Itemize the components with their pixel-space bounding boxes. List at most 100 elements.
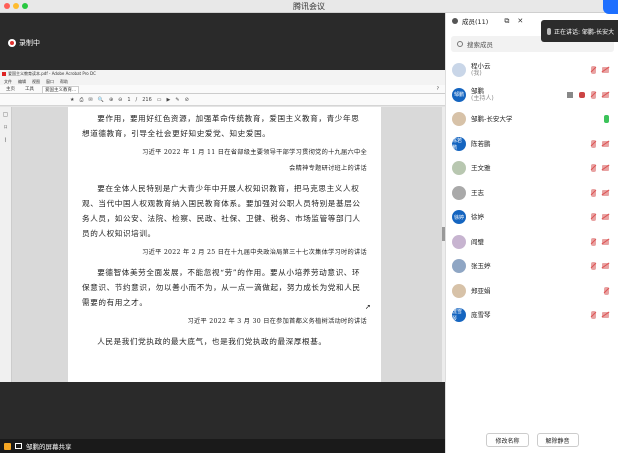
camera-off-icon[interactable] [602, 91, 609, 98]
host-icon [579, 91, 585, 98]
camera-off-icon[interactable] [602, 263, 609, 269]
member-name: 张玉婷 [471, 262, 491, 271]
speaking-indicator: 正在讲话: 邹鹏-长安大 [541, 20, 618, 42]
member-row[interactable]: 王文雅 [446, 156, 618, 181]
member-name-block: 王文雅 [471, 164, 491, 172]
avatar [452, 283, 466, 298]
help-icon[interactable]: ? [437, 87, 439, 92]
microphone-muted-icon[interactable] [591, 213, 596, 221]
close-icon[interactable]: ✕ [517, 17, 523, 25]
tab-document[interactable]: 爱国主义教育... [42, 85, 80, 93]
toolbar-tool-icon[interactable]: 🔍 [98, 97, 104, 103]
pdf-paragraph: 要在全体人民特别是广大青少年中开展人权知识教育，把马克思主义人权观、当代中国人权… [82, 184, 361, 238]
camera-off-icon[interactable] [602, 140, 609, 147]
member-row[interactable]: 邹鹏 邹鹏 (主持人) [446, 83, 618, 108]
microphone-muted-icon[interactable] [591, 139, 596, 148]
member-status-icons [591, 139, 609, 148]
toolbar-tool-icon[interactable]: ▶ [167, 97, 171, 103]
member-row[interactable]: 徐婷 徐婷 [446, 205, 618, 230]
toolbar-tool-icon[interactable]: 216 [142, 97, 152, 103]
member-status-icons [604, 286, 609, 295]
microphone-muted-icon[interactable] [591, 311, 596, 319]
member-status-icons [604, 115, 609, 123]
member-name: 邹鹏 [471, 86, 484, 95]
microphone-muted-icon[interactable] [604, 286, 609, 295]
avatar [452, 259, 466, 274]
avatar: 徐婷 [452, 210, 466, 225]
acrobat-left-sidebar: ▢ ⌑ ⌇ [0, 107, 12, 382]
toolbar-tool-icon[interactable]: ⊘ [185, 97, 189, 103]
avatar [452, 161, 466, 176]
tab-home[interactable]: 主页 [4, 86, 17, 92]
members-panel: 成员(11) ⧉ ✕ 正在讲话: 邹鹏-长安大 搜索成员 程小云 (我) 邹鹏 邹鹏(… [445, 13, 618, 453]
member-name: 王志 [471, 188, 484, 197]
attachment-icon[interactable]: ⌇ [4, 137, 7, 144]
toolbar-tool-icon[interactable]: ✉ [89, 97, 93, 103]
pdf-citation: 习近平 2022 年 2 月 25 日在十九届中央政治局第三十七次集体学习时的讲… [142, 249, 367, 256]
toolbar-tool-icon[interactable]: 1 [127, 97, 130, 103]
avatar: 庞雪琴 [452, 308, 466, 323]
page-thumbnail-icon[interactable]: ▢ [3, 111, 9, 118]
camera-off-icon[interactable] [602, 189, 609, 196]
camera-off-icon[interactable] [602, 312, 609, 318]
share-bottom-area [0, 382, 445, 439]
toolbar-tool-icon[interactable]: ⊖ [118, 97, 122, 103]
member-row[interactable]: 庞雪琴 庞雪琴 [446, 303, 618, 328]
member-role: (主持人) [471, 94, 494, 102]
member-name: 庞雪琴 [471, 311, 491, 320]
camera-off-icon[interactable] [602, 67, 609, 73]
microphone-muted-icon[interactable] [591, 262, 596, 270]
member-status-icons [591, 188, 609, 197]
acrobat-title: 爱国主义教育读本.pdf - Adobe Acrobat Pro DC [8, 71, 96, 76]
toolbar-tool-icon[interactable]: ★ [70, 97, 74, 103]
shared-acrobat-window: 爱国主义教育读本.pdf - Adobe Acrobat Pro DC 文件 编辑… [0, 70, 445, 382]
member-row[interactable]: 阎璧 [446, 230, 618, 255]
member-row[interactable]: 郑亚娟 [446, 279, 618, 304]
acrobat-menu-bar: 文件 编辑 视图 窗口 帮助 [0, 78, 445, 85]
acrobat-menu-item[interactable]: 窗口 [46, 78, 54, 85]
popout-icon[interactable]: ⧉ [504, 17, 509, 26]
acrobat-app-icon [2, 72, 6, 76]
bookmark-icon[interactable]: ⌑ [4, 124, 7, 131]
microphone-muted-icon[interactable] [591, 164, 596, 172]
title-bar: 腾讯会议 [0, 0, 618, 13]
acrobat-toolbar: ★ ⎙ ✉ 🔍 ⊕ ⊖ 1 / 216 ▭ ▶ ✎ ⊘ [0, 94, 445, 106]
toolbar-tool-icon[interactable]: ⎙ [79, 97, 83, 103]
toolbar-tool-icon[interactable]: ▭ [157, 97, 162, 103]
member-name-block: 王志 [471, 189, 484, 197]
camera-off-icon[interactable] [602, 165, 609, 171]
microphone-muted-icon[interactable] [591, 66, 596, 74]
acrobat-menu-item[interactable]: 视图 [32, 78, 40, 85]
acrobat-tabs: 主页 工具 爱国主义教育... ? [0, 85, 445, 94]
member-row[interactable]: 陈若鹏 陈若鹏 [446, 132, 618, 157]
member-name: 徐婷 [471, 213, 484, 222]
window-title: 腾讯会议 [293, 2, 325, 11]
acrobat-menu-item[interactable]: 编辑 [18, 78, 26, 85]
member-status-icons [591, 237, 609, 246]
avatar [452, 63, 466, 78]
camera-off-icon[interactable] [602, 238, 609, 245]
member-name-block: 徐婷 [471, 213, 484, 221]
unmute-all-button[interactable]: 解除静音 [536, 433, 579, 447]
toolbar-tool-icon[interactable]: ⊕ [109, 97, 113, 103]
acrobat-menu-item[interactable]: 帮助 [60, 78, 68, 85]
member-row[interactable]: 邹鹏-长安大学 [446, 107, 618, 132]
tab-tools[interactable]: 工具 [23, 86, 36, 92]
recording-indicator[interactable]: 录制中 [8, 38, 40, 48]
camera-off-icon[interactable] [602, 214, 609, 220]
microphone-muted-icon[interactable] [591, 237, 596, 246]
toolbar-tool-icon[interactable]: / [136, 97, 138, 103]
microphone-muted-icon[interactable] [591, 188, 596, 197]
recording-icon [8, 39, 16, 47]
microphone-muted-icon[interactable] [591, 90, 596, 99]
microphone-on-icon[interactable] [604, 115, 609, 123]
member-status-icons [591, 213, 609, 221]
pdf-paragraph: 要德智体美劳全面发展，不能忽视“劳”的作用。要从小培养劳动意识、环保意识、节约意… [82, 268, 361, 307]
acrobat-menu-item[interactable]: 文件 [4, 78, 12, 85]
member-row[interactable]: 张玉婷 [446, 254, 618, 279]
rename-button[interactable]: 修改名称 [486, 433, 529, 447]
toolbar-tool-icon[interactable]: ✎ [175, 97, 179, 103]
member-row[interactable]: 程小云 (我) [446, 58, 618, 83]
member-row[interactable]: 王志 [446, 181, 618, 206]
acrobat-title-bar: 爱国主义教育读本.pdf - Adobe Acrobat Pro DC [0, 70, 445, 78]
